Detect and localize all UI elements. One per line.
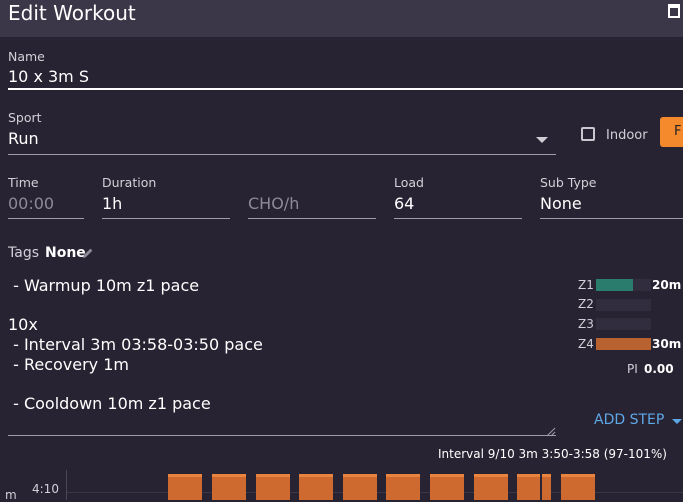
load-underline bbox=[394, 218, 522, 219]
subtype-label: Sub Type bbox=[540, 175, 597, 190]
window-icon[interactable] bbox=[668, 4, 680, 18]
zone-bar bbox=[596, 299, 651, 311]
tags-value[interactable]: None bbox=[45, 245, 86, 261]
sport-select[interactable]: Run bbox=[8, 129, 39, 148]
indoor-checkbox[interactable] bbox=[581, 127, 595, 141]
chevron-down-icon[interactable] bbox=[536, 137, 548, 143]
duration-underline bbox=[102, 218, 230, 219]
zone-bar-fill bbox=[596, 279, 633, 291]
page-title: Edit Workout bbox=[8, 1, 136, 25]
chevron-down-icon[interactable] bbox=[672, 419, 682, 424]
chart-y-axis bbox=[66, 470, 67, 500]
zone-time: 20m bbox=[652, 278, 682, 292]
description-line: - Recovery 1m bbox=[8, 355, 129, 374]
time-underline bbox=[8, 218, 84, 219]
interval-bar[interactable] bbox=[474, 474, 508, 500]
interval-bar[interactable] bbox=[517, 474, 551, 500]
title-bar: Edit Workout bbox=[0, 0, 683, 37]
pi-value: 0.00 bbox=[644, 362, 674, 376]
y-tick-label: 4:10 bbox=[32, 482, 59, 496]
name-input[interactable]: 10 x 3m S bbox=[8, 67, 89, 86]
description-line: - Warmup 10m z1 pace bbox=[8, 276, 200, 295]
time-label: Time bbox=[8, 175, 39, 190]
sport-underline bbox=[8, 154, 556, 155]
interval-bar[interactable] bbox=[256, 474, 290, 500]
resize-handle-icon[interactable] bbox=[546, 427, 556, 437]
name-underline bbox=[8, 88, 683, 90]
zone-bar bbox=[596, 279, 651, 291]
description-line: 10x bbox=[8, 315, 38, 334]
interval-bar[interactable] bbox=[299, 474, 333, 500]
description-line: - Cooldown 10m z1 pace bbox=[8, 394, 211, 413]
cho-underline bbox=[248, 218, 376, 219]
zone-label: Z1 bbox=[578, 278, 594, 292]
pencil-icon[interactable] bbox=[82, 247, 94, 259]
zone-time: 30m bbox=[652, 337, 682, 351]
description-underline bbox=[8, 435, 556, 436]
interval-bar[interactable] bbox=[168, 474, 202, 500]
zone-bar bbox=[596, 318, 651, 330]
zone-bar bbox=[596, 338, 651, 350]
subtype-underline bbox=[540, 218, 683, 219]
load-label: Load bbox=[394, 175, 424, 190]
duration-input[interactable]: 1h bbox=[102, 194, 122, 213]
cursor-marker bbox=[540, 474, 542, 500]
zone-label: Z2 bbox=[578, 297, 594, 311]
add-step-button[interactable]: ADD STEP bbox=[594, 412, 664, 428]
description-line: - Interval 3m 03:58-03:50 pace bbox=[8, 335, 263, 354]
interval-bar[interactable] bbox=[343, 474, 377, 500]
action-button[interactable]: F bbox=[660, 117, 683, 147]
duration-label: Duration bbox=[102, 175, 157, 190]
interval-bar[interactable] bbox=[212, 474, 246, 500]
pi-label: PI bbox=[627, 362, 638, 376]
cho-input[interactable]: CHO/h bbox=[248, 194, 299, 213]
time-input[interactable]: 00:00 bbox=[8, 194, 54, 213]
sport-label: Sport bbox=[8, 110, 42, 125]
load-input[interactable]: 64 bbox=[394, 194, 414, 213]
interval-info: Interval 9/10 3m 3:50-3:58 (97-101%) bbox=[438, 447, 667, 461]
indoor-label: Indoor bbox=[606, 128, 648, 143]
interval-bar[interactable] bbox=[430, 474, 464, 500]
subtype-select[interactable]: None bbox=[540, 194, 582, 213]
interval-bar[interactable] bbox=[561, 474, 595, 500]
name-label: Name bbox=[8, 49, 45, 64]
zone-label: Z4 bbox=[578, 337, 594, 351]
zone-label: Z3 bbox=[578, 317, 594, 331]
interval-bar[interactable] bbox=[386, 474, 420, 500]
zone-bar-fill bbox=[596, 338, 651, 350]
tags-label: Tags bbox=[8, 245, 39, 261]
